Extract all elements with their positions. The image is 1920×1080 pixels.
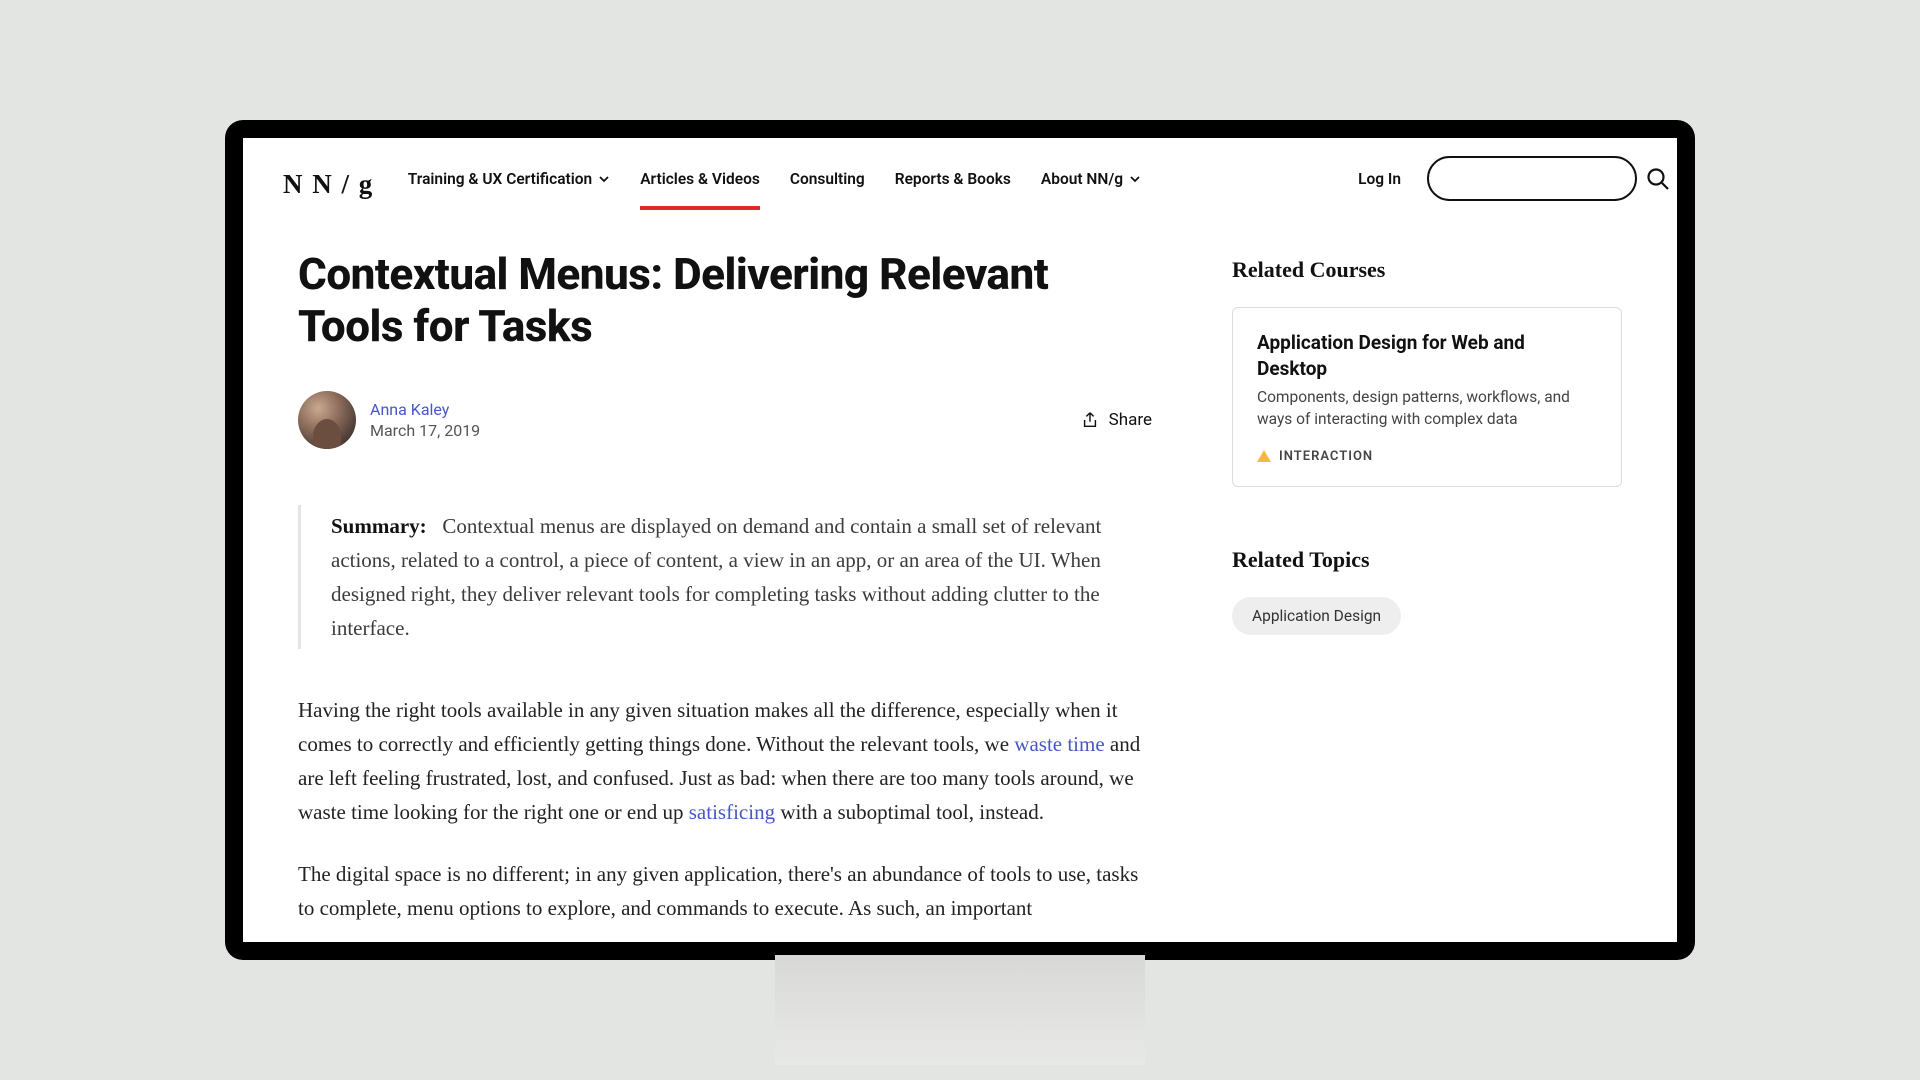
nav-reports[interactable]: Reports & Books (895, 160, 1011, 210)
login-link[interactable]: Log In (1358, 170, 1401, 200)
page-content: Contextual Menus: Delivering Relevant To… (243, 213, 1677, 942)
header-actions: Log In (1358, 156, 1637, 213)
byline-row: Anna Kaley March 17, 2019 Share (298, 391, 1152, 449)
share-label: Share (1109, 410, 1152, 430)
author-meta: Anna Kaley March 17, 2019 (370, 400, 480, 440)
author-link[interactable]: Anna Kaley (370, 400, 480, 419)
article-paragraph: The digital space is no different; in an… (298, 857, 1152, 925)
share-icon (1081, 411, 1099, 429)
device-stand (775, 955, 1145, 1065)
share-button[interactable]: Share (1081, 410, 1152, 430)
course-title: Application Design for Web and Desktop (1257, 330, 1597, 381)
screen: N N / g Training & UX Certification Arti… (243, 138, 1677, 942)
sidebar: Related Courses Application Design for W… (1232, 249, 1622, 942)
nav-label: Training & UX Certification (408, 170, 592, 188)
body-text: with a suboptimal tool, instead. (775, 800, 1044, 824)
chevron-down-icon (598, 173, 610, 185)
summary-label: Summary: (331, 514, 427, 538)
related-courses-heading: Related Courses (1232, 257, 1622, 283)
topic-pill[interactable]: Application Design (1232, 597, 1401, 635)
search-input[interactable] (1447, 170, 1646, 187)
main-nav: Training & UX Certification Articles & V… (408, 160, 1340, 210)
course-category: INTERACTION (1257, 449, 1597, 464)
nav-label: About NN/g (1041, 170, 1123, 188)
body-link-waste-time[interactable]: waste time (1014, 732, 1104, 756)
author-avatar[interactable] (298, 391, 356, 449)
related-topics-heading: Related Topics (1232, 547, 1622, 573)
triangle-icon (1257, 450, 1271, 462)
publish-date: March 17, 2019 (370, 421, 480, 440)
course-subtitle: Components, design patterns, workflows, … (1257, 387, 1597, 430)
device-frame: N N / g Training & UX Certification Arti… (225, 120, 1695, 960)
nav-label: Reports & Books (895, 170, 1011, 188)
body-text: Having the right tools available in any … (298, 698, 1118, 756)
article-title: Contextual Menus: Delivering Relevant To… (298, 249, 1152, 353)
article-summary: Summary: Contextual menus are displayed … (298, 505, 1152, 649)
search-field[interactable] (1427, 156, 1637, 201)
nav-training[interactable]: Training & UX Certification (408, 160, 610, 210)
nav-articles[interactable]: Articles & Videos (640, 160, 760, 210)
body-link-satisficing[interactable]: satisficing (689, 800, 775, 824)
article-paragraph: Having the right tools available in any … (298, 693, 1152, 829)
nav-consulting[interactable]: Consulting (790, 160, 865, 210)
chevron-down-icon (1129, 173, 1141, 185)
summary-text (432, 514, 443, 538)
nav-about[interactable]: About NN/g (1041, 160, 1141, 210)
course-tag-label: INTERACTION (1279, 449, 1373, 464)
site-header: N N / g Training & UX Certification Arti… (243, 138, 1677, 213)
nav-label: Consulting (790, 170, 865, 188)
article-main: Contextual Menus: Delivering Relevant To… (298, 249, 1152, 942)
nav-label: Articles & Videos (640, 170, 760, 188)
course-card[interactable]: Application Design for Web and Desktop C… (1232, 307, 1622, 487)
search-icon[interactable] (1646, 166, 1670, 192)
site-logo[interactable]: N N / g (283, 169, 374, 200)
byline: Anna Kaley March 17, 2019 (298, 391, 480, 449)
summary-text: Contextual menus are displayed on demand… (331, 514, 1101, 640)
